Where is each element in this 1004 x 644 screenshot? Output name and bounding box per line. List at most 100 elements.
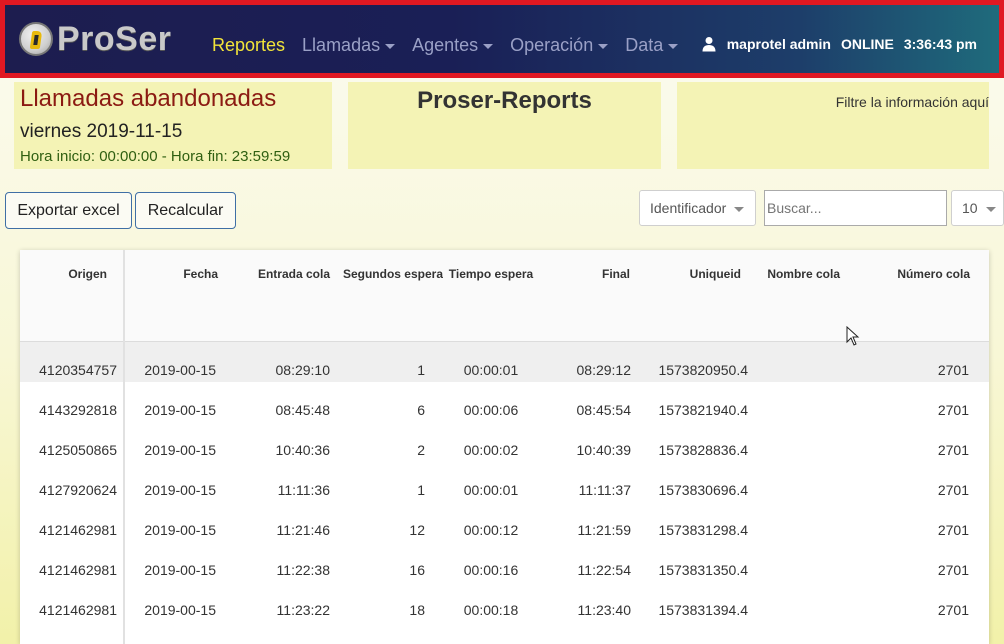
cell-fecha: 2019-00-15 <box>124 622 228 644</box>
cell-fecha: 2019-00-15 <box>144 521 216 538</box>
cell-fecha: 2019-00-15 <box>144 561 216 578</box>
nav-menu: Reportes Llamadas Agentes Operación Data <box>212 35 695 56</box>
search-field-value: Identificador <box>650 200 727 216</box>
cell-nombre-cola <box>748 382 849 422</box>
export-excel-button[interactable]: Exportar excel <box>5 192 132 229</box>
col-header-origen[interactable]: Origen <box>20 250 125 342</box>
cell-origen: 4249017744 <box>20 621 125 644</box>
page-size-value: 10 <box>962 200 978 216</box>
table-row[interactable]: 42490177442019-00-1511:23:373800:00:3811… <box>20 621 989 644</box>
col-header-tiempo-espera[interactable]: Tiempo espera <box>443 250 539 342</box>
search-field-select[interactable]: Identificador <box>639 190 756 226</box>
cell-nombre-cola <box>748 462 849 502</box>
cell-tiempo-espera: 00:00:16 <box>463 561 519 578</box>
table-row[interactable]: 4143292818 2019-00-15 08:45:48 6 00:00:06 08:… <box>20 381 989 422</box>
cell-segundos-espera: 16 <box>409 561 425 578</box>
cell-numero-cola: 2701 <box>937 361 969 378</box>
cell-fecha: 2019-00-15 <box>144 361 216 378</box>
nav-reportes[interactable]: Reportes <box>212 35 285 56</box>
cell-uniqueid: 1573831409.4 <box>635 622 748 644</box>
chevron-down-icon <box>385 44 396 49</box>
cell-origen: 4121462981 <box>20 581 125 622</box>
cell-tiempo-espera: 00:00:12 <box>463 521 519 538</box>
col-header-entrada-cola[interactable]: Entrada cola <box>228 250 332 342</box>
nav-data[interactable]: Data <box>625 35 679 56</box>
cell-origen: 4121462981 <box>20 501 125 542</box>
cell-nombre-cola <box>748 502 849 542</box>
brand-name: ProSer <box>57 19 172 58</box>
brand-logo[interactable]: ProSer <box>19 19 172 59</box>
cell-origen: 4121462981 <box>20 541 125 582</box>
nav-agentes[interactable]: Agentes <box>412 35 494 56</box>
cell-numero-cola: 2701 <box>937 441 969 458</box>
table-row[interactable]: 4121462981 2019-00-15 11:21:46 12 00:00:12 11… <box>20 501 989 542</box>
cell-origen: 4120354757 <box>20 341 125 382</box>
recalculate-button[interactable]: Recalcular <box>135 192 236 229</box>
cell-uniqueid: 1573831394.4 <box>658 601 748 618</box>
cell-segundos-espera: 1 <box>417 481 425 498</box>
chevron-down-icon <box>668 44 679 49</box>
cell-tiempo-espera: 00:00:02 <box>463 441 519 458</box>
col-header-final[interactable]: Final <box>539 250 635 342</box>
proser-logo-icon <box>19 22 53 56</box>
cell-fecha: 2019-00-15 <box>144 441 216 458</box>
report-title: Llamadas abandonadas <box>20 85 277 112</box>
table-header-row: Origen Fecha Entrada cola Segundos esper… <box>20 250 989 342</box>
chevron-down-icon <box>985 206 996 212</box>
cell-segundos-espera: 12 <box>409 521 425 538</box>
table-row[interactable]: 4121462981 2019-00-15 11:23:22 18 00:00:18 11… <box>20 581 989 622</box>
cell-nombre-cola <box>748 582 849 622</box>
app-title-panel: Proser-Reports <box>348 82 661 169</box>
search-input[interactable] <box>764 190 947 226</box>
cell-origen: 4143292818 <box>20 381 125 422</box>
cell-final: 11:11:37 <box>578 481 631 498</box>
chevron-down-icon <box>598 44 609 49</box>
table-row[interactable]: 4120354757 2019-00-15 08:29:10 1 00:00:01 08:… <box>20 341 989 382</box>
cell-segundos-espera: 2 <box>417 441 425 458</box>
nav-agentes-label: Agentes <box>412 35 479 55</box>
cell-final: 11:21:59 <box>577 521 631 538</box>
table-row[interactable]: 4127920624 2019-00-15 11:11:36 1 00:00:01 11:… <box>20 461 989 502</box>
cell-uniqueid: 1573831350.4 <box>658 561 748 578</box>
report-hours: Hora inicio: 00:00:00 - Hora fin: 23:59:… <box>20 148 291 165</box>
cell-entrada-cola: 11:22:38 <box>276 561 330 578</box>
top-navbar: ProSer Reportes Llamadas Agentes Operaci… <box>0 0 1004 78</box>
cell-segundos-espera: 6 <box>417 401 425 418</box>
cell-uniqueid: 1573821940.4 <box>658 401 748 418</box>
cell-nombre-cola <box>748 622 849 644</box>
cell-segundos-espera: 38 <box>332 622 443 644</box>
col-header-uniqueid[interactable]: Uniqueid <box>635 250 748 342</box>
page-size-select[interactable]: 10 <box>951 190 1004 226</box>
cell-tiempo-espera: 00:00:01 <box>463 361 519 378</box>
chevron-down-icon <box>734 206 745 212</box>
cell-numero-cola: 2701 <box>937 561 969 578</box>
user-name[interactable]: maprotel admin <box>727 36 831 52</box>
table-row[interactable]: 4121462981 2019-00-15 11:22:38 16 00:00:16 11… <box>20 541 989 582</box>
filter-hint: Filtre la información aquí <box>835 94 989 110</box>
cell-fecha: 2019-00-15 <box>144 601 216 618</box>
cell-final: 08:29:12 <box>576 361 632 378</box>
col-header-fecha[interactable]: Fecha <box>124 250 228 342</box>
nav-llamadas[interactable]: Llamadas <box>302 35 396 56</box>
clock: 3:36:43 pm <box>903 36 977 52</box>
cell-segundos-espera: 1 <box>417 361 425 378</box>
results-table-container[interactable]: Origen Fecha Entrada cola Segundos esper… <box>20 250 989 644</box>
cell-final: 11:23:40 <box>577 601 631 618</box>
cell-origen: 4125050865 <box>20 421 125 462</box>
cell-final: 11:24:15 <box>539 622 635 644</box>
mouse-cursor-icon <box>846 326 860 346</box>
status-badge: ONLINE <box>840 36 894 52</box>
user-status-area: maprotel admin ONLINE 3:36:43 pm <box>701 36 977 52</box>
col-header-segundos-espera[interactable]: Segundos espera <box>332 250 443 342</box>
cell-uniqueid: 1573830696.4 <box>658 481 748 498</box>
cell-entrada-cola: 11:23:22 <box>276 601 330 618</box>
cell-entrada-cola: 08:45:48 <box>275 401 331 418</box>
cell-nombre-cola <box>748 422 849 462</box>
col-header-numero-cola[interactable]: Número cola <box>849 250 989 342</box>
cell-entrada-cola: 08:29:10 <box>275 361 331 378</box>
nav-operacion[interactable]: Operación <box>510 35 609 56</box>
table-row[interactable]: 4125050865 2019-00-15 10:40:36 2 00:00:02 10:… <box>20 421 989 462</box>
cell-final: 11:22:54 <box>577 561 631 578</box>
user-icon <box>702 37 716 52</box>
col-header-nombre-cola[interactable]: Nombre cola <box>748 250 849 342</box>
